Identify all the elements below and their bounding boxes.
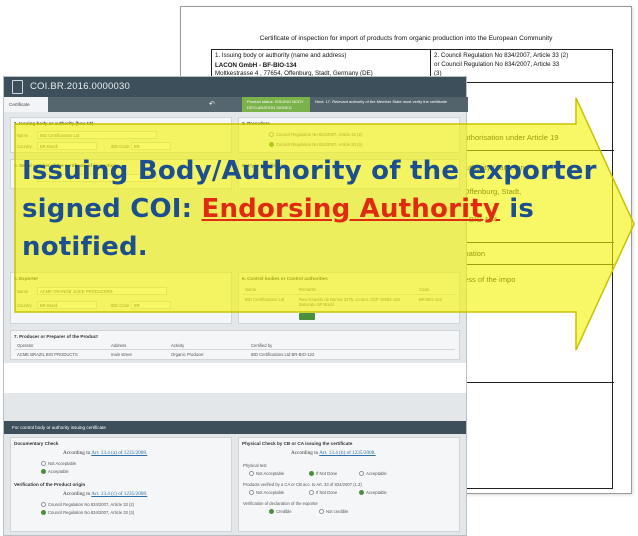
radio-icon[interactable] <box>359 471 364 477</box>
field-label: Country <box>17 303 32 308</box>
verify-option[interactable]: Not Acceptable <box>249 490 284 496</box>
control-body-name: IBD Certifications Ltd <box>245 297 285 302</box>
decl-option[interactable]: Credible <box>269 509 292 515</box>
product-status-tab[interactable]: Product status: ISSUING BODY DECLARATION… <box>242 97 310 112</box>
exporter-code[interactable]: BR <box>131 301 171 309</box>
section-title: 5. Exporter <box>14 276 38 281</box>
row-divider <box>15 349 455 350</box>
radio-icon[interactable] <box>249 471 254 477</box>
exporter-country[interactable]: BR Brazil <box>37 301 97 309</box>
field-label: IBD Code <box>111 144 130 149</box>
radio-icon[interactable] <box>269 132 274 138</box>
box1-title: 1. Issuing body or authority (name and a… <box>215 52 347 59</box>
origin-option[interactable]: Council Regulation No 834/2007, Article … <box>41 502 134 508</box>
exporter-card: 5. Exporter Name ACME ORANGE JUICE PRODU… <box>10 272 232 324</box>
procedure-option[interactable]: Council Regulation No 834/2007, Article … <box>269 142 362 148</box>
producer-address: main street <box>111 352 132 357</box>
field-label: Verification of declaration of the expor… <box>243 501 318 506</box>
check-option[interactable]: Acceptable <box>41 469 69 475</box>
section-title: Documentary Check <box>14 441 59 446</box>
section-title: 2. Procedure <box>242 121 270 126</box>
column-header: Certified by <box>251 343 273 348</box>
radio-icon[interactable] <box>41 461 46 467</box>
field-label: IBD Code <box>111 303 130 308</box>
column-header: Code <box>419 287 430 292</box>
field-label: Name <box>17 289 29 294</box>
regulation-link[interactable]: Art. 13.4 (b) of 1235/2008. <box>319 450 375 456</box>
procedure-card: 2. Procedure Council Regulation No 834/2… <box>238 117 460 153</box>
regulation-link[interactable]: Art. 13.4 (c) of 1235/2008. <box>91 491 147 497</box>
certificate-heading: Certificate of inspection for import of … <box>259 35 553 42</box>
origin-option[interactable]: Council Regulation No 834/2007, Article … <box>41 510 134 516</box>
coi-app-window: COI.BR.2016.0000030 Certificate ↶ Produc… <box>3 76 468 536</box>
issuing-body-card: 1. Issuing body or authority (box 13) Na… <box>10 117 232 153</box>
radio-selected-icon[interactable] <box>359 490 364 496</box>
next-step-tab[interactable]: Next: 17. Relevant authority of the Memb… <box>310 97 468 112</box>
producer-certified-by: IBD Certifications Ltd BR-BIO-122 <box>251 352 315 357</box>
according-text: According to Art. 13.4 (a) of 1235/2008. <box>63 450 148 456</box>
radio-icon[interactable] <box>309 490 314 496</box>
radio-selected-icon[interactable] <box>269 142 274 148</box>
section-title: Physical Check by CB or CA issuing the c… <box>242 441 353 446</box>
row-divider <box>243 294 457 295</box>
issuing-panel-header: For control body or authority issuing ce… <box>4 421 466 434</box>
section-title: 7. Producer or Preparer of the Product <box>14 334 98 339</box>
undo-icon[interactable]: ↶ <box>204 97 234 112</box>
physical-check-card: Physical Check by CB or CA issuing the c… <box>238 437 460 532</box>
column-header: Operator <box>17 343 34 348</box>
tab-bar: Certificate ↶ Product status: ISSUING BO… <box>4 97 468 112</box>
documentary-check-card: Documentary Check According to Art. 13.4… <box>10 437 232 532</box>
decl-option[interactable]: Not credible <box>319 509 348 515</box>
radio-icon[interactable] <box>319 509 324 515</box>
section-title: 1. Issuing body or authority (box 13) <box>14 121 94 126</box>
box2-title: 2. Council Regulation No 834/2007, Artic… <box>434 52 569 59</box>
tab-certificate[interactable]: Certificate <box>4 97 48 112</box>
callout-highlight: Endorsing Authority <box>201 194 500 224</box>
radio-selected-icon[interactable] <box>309 471 314 477</box>
field-label: Products verified by a CA or CB acc. to … <box>243 482 362 487</box>
radio-selected-icon[interactable] <box>41 510 46 516</box>
according-text: According to Art. 13.4 (b) of 1235/2008. <box>291 450 376 456</box>
phys-option[interactable]: Not Acceptable <box>249 471 284 477</box>
verify-option[interactable]: Acceptable <box>359 490 387 496</box>
issuing-body-country[interactable]: BR Brazil <box>37 142 97 150</box>
status-badge <box>299 313 315 320</box>
control-body-remark: Rua Amando de Barros 2275, Centro, CEP 1… <box>299 297 400 307</box>
field-label: Country <box>17 144 32 149</box>
radio-selected-icon[interactable] <box>269 509 274 515</box>
radio-selected-icon[interactable] <box>41 469 46 475</box>
box2-line: or Council Regulation No 834/2007, Artic… <box>434 61 560 68</box>
window-gap <box>4 363 466 393</box>
column-header: Activity <box>171 343 185 348</box>
field-label: Physical test <box>243 463 267 468</box>
producer-operator: ACME BRAZIL BIO PRODUCTS <box>17 352 78 357</box>
phys-option[interactable]: Acceptable <box>359 471 387 477</box>
column-header: Address <box>111 343 127 348</box>
certificate-id: COI.BR.2016.0000030 <box>30 81 130 92</box>
column-header: Remarks <box>299 287 316 292</box>
regulation-link[interactable]: Art. 13.4 (a) of 1235/2008. <box>91 450 147 456</box>
phys-option[interactable]: If Not Done <box>309 471 337 477</box>
field-label: Name <box>17 133 29 138</box>
check-option[interactable]: Not Acceptable <box>41 461 76 467</box>
callout-message: Issuing Body/Authority of the exporter s… <box>22 152 612 266</box>
procedure-option[interactable]: Council Regulation No 834/2007, Article … <box>269 132 362 138</box>
issuing-body-name[interactable]: IBD Certifications Ltd <box>37 131 157 139</box>
producer-activity: Organic Producer <box>171 352 204 357</box>
according-text: According to Art. 13.4 (c) of 1235/2008. <box>63 491 148 497</box>
issuing-body-code[interactable]: BR <box>131 142 171 150</box>
verify-option[interactable]: If Not Done <box>309 490 337 496</box>
radio-icon[interactable] <box>249 490 254 496</box>
section-title: 6. Control bodies or Control authorities <box>242 276 328 281</box>
column-header: Name <box>245 287 257 292</box>
producer-card: 7. Producer or Preparer of the Product O… <box>10 330 460 360</box>
exporter-name[interactable]: ACME ORANGE JUICE PRODUCERS <box>37 287 167 295</box>
app-titlebar: COI.BR.2016.0000030 <box>4 77 466 97</box>
control-bodies-card: 6. Control bodies or Control authorities… <box>238 272 460 324</box>
document-icon <box>12 80 23 94</box>
control-body-code: BR-BIO-122 <box>419 297 442 302</box>
section-title: Verification of the Product origin <box>14 482 86 487</box>
radio-icon[interactable] <box>41 502 46 508</box>
